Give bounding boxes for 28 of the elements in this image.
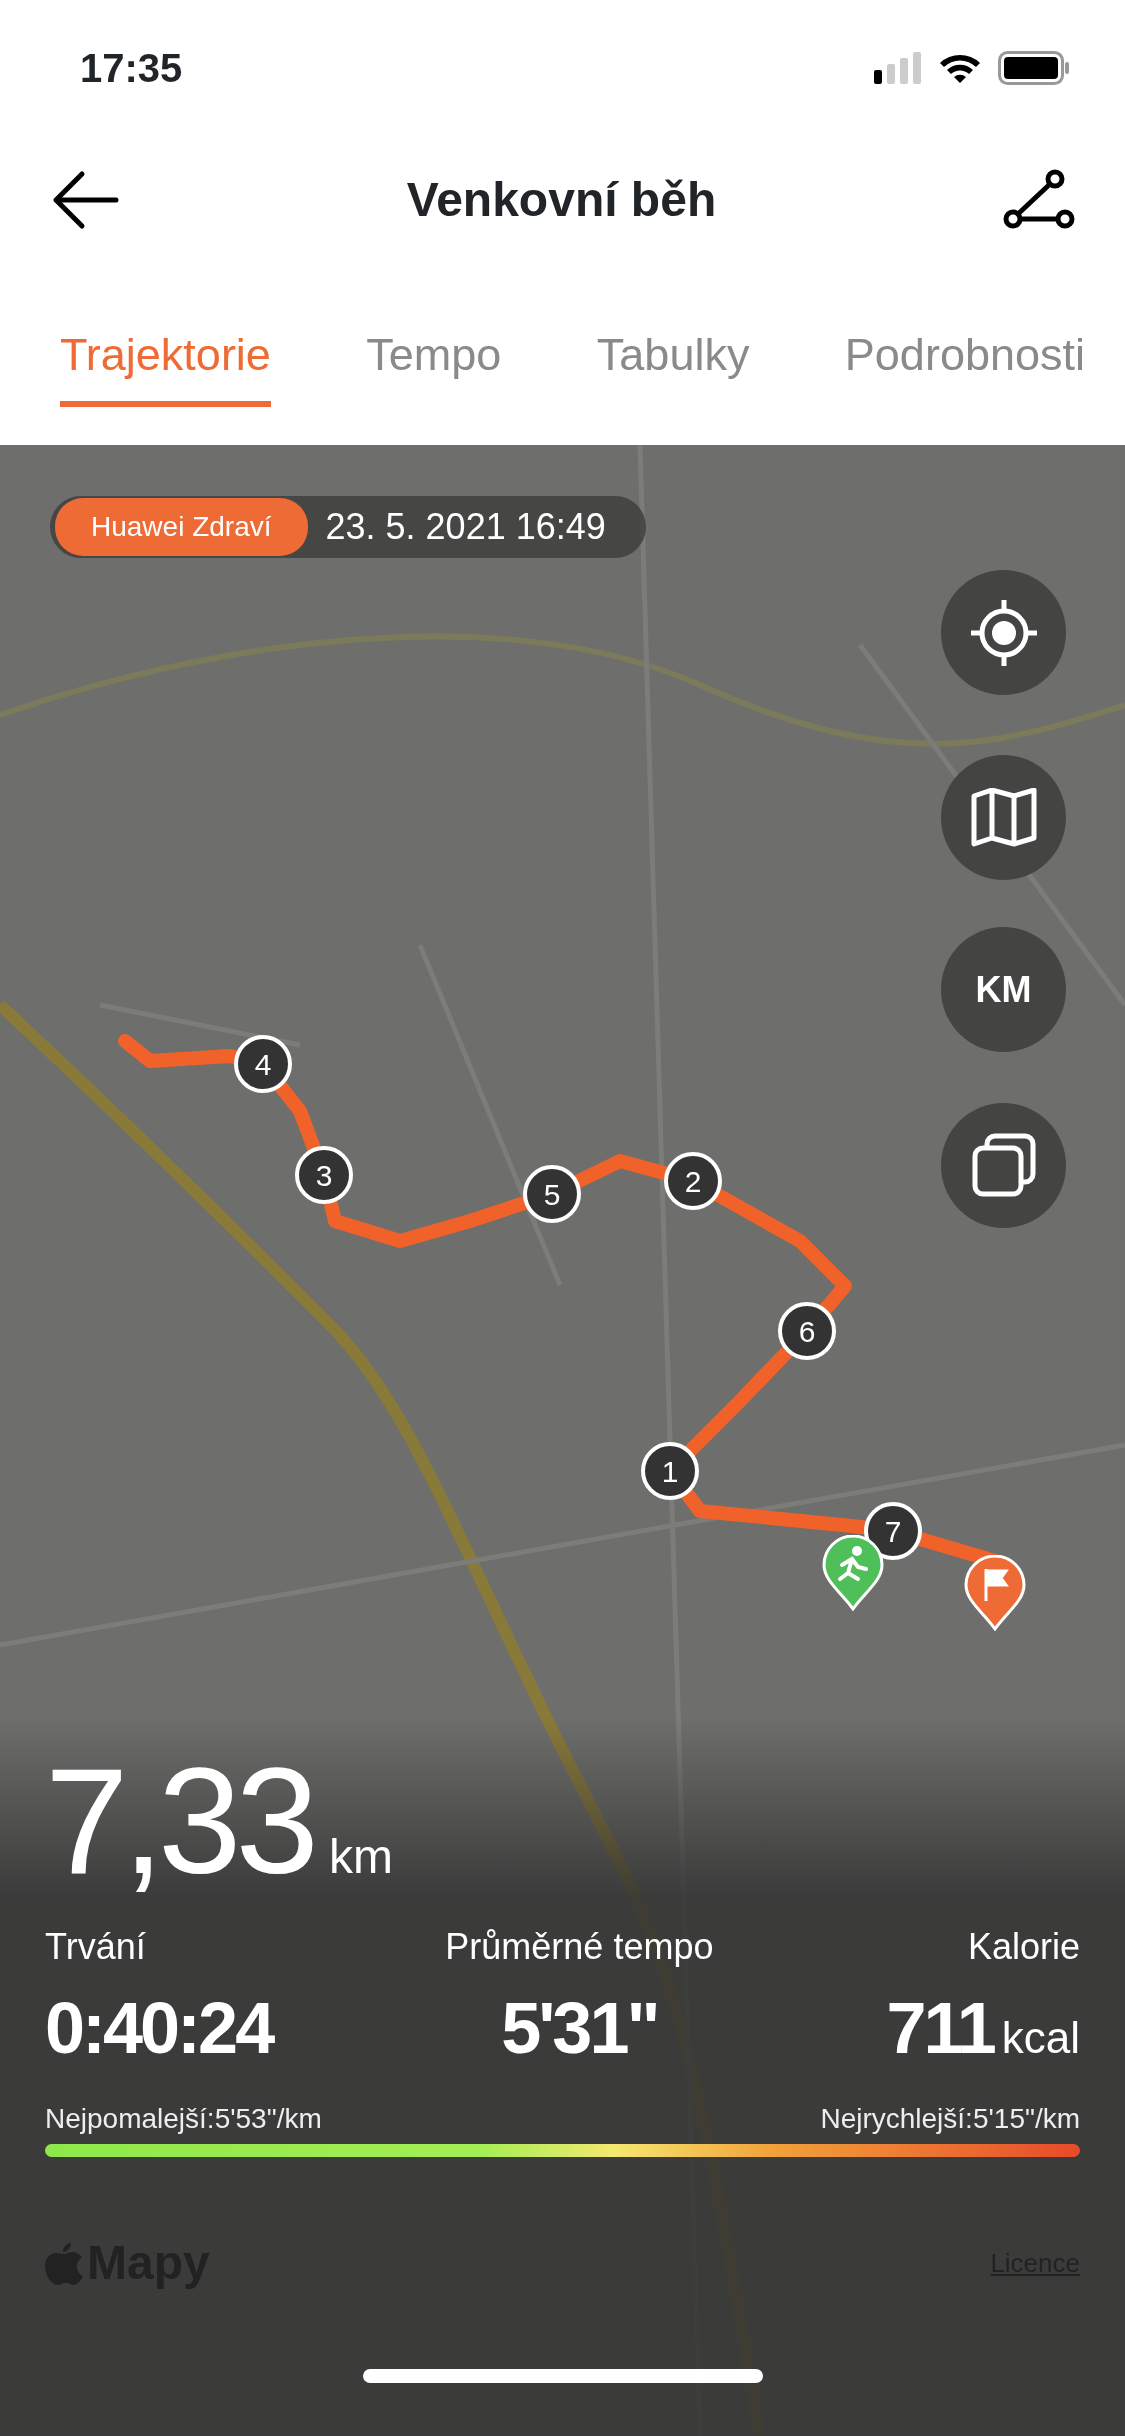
fastest-pace: Nejrychlejší:5'15"/km [820,2102,1080,2136]
stat-label: Trvání [45,1925,146,1969]
finish-flag-pin-icon [964,1555,1026,1631]
start-runner-pin-icon [822,1535,884,1611]
tab[interactable]: Podrobnosti [844,303,1085,407]
stat-label: Kalorie [967,1925,1080,1969]
tab[interactable]: Trajektorie [60,303,271,407]
stat-value: 0:40:24 [45,1987,273,2070]
stat-value: 711 [886,1987,994,2070]
page-title: Venkovní běh [406,172,717,228]
stacked-squares-icon [970,1132,1037,1199]
stat-label: Průměrné tempo [445,1925,714,1969]
slowest-pace: Nejpomalejší:5'53"/km [45,2102,322,2136]
battery-icon [998,50,1070,85]
stat-unit: kcal [1001,2012,1080,2064]
status-time: 17:35 [80,44,183,92]
workout-date: 23. 5. 2021 16:49 [325,505,606,549]
locate-icon [968,597,1039,668]
distance-value: 7,33 [45,1746,313,1896]
route-button[interactable] [1003,169,1075,231]
apple-logo-icon [45,2241,83,2285]
distance-unit: km [328,1829,393,1885]
source-badge: Huawei Zdraví [55,498,308,556]
stat-value: 5'31" [501,1987,658,2070]
tab[interactable]: Tempo [366,303,502,407]
signal-icon [874,51,922,84]
tab[interactable]: Tabulky [596,303,750,407]
folded-map-icon [970,787,1037,848]
